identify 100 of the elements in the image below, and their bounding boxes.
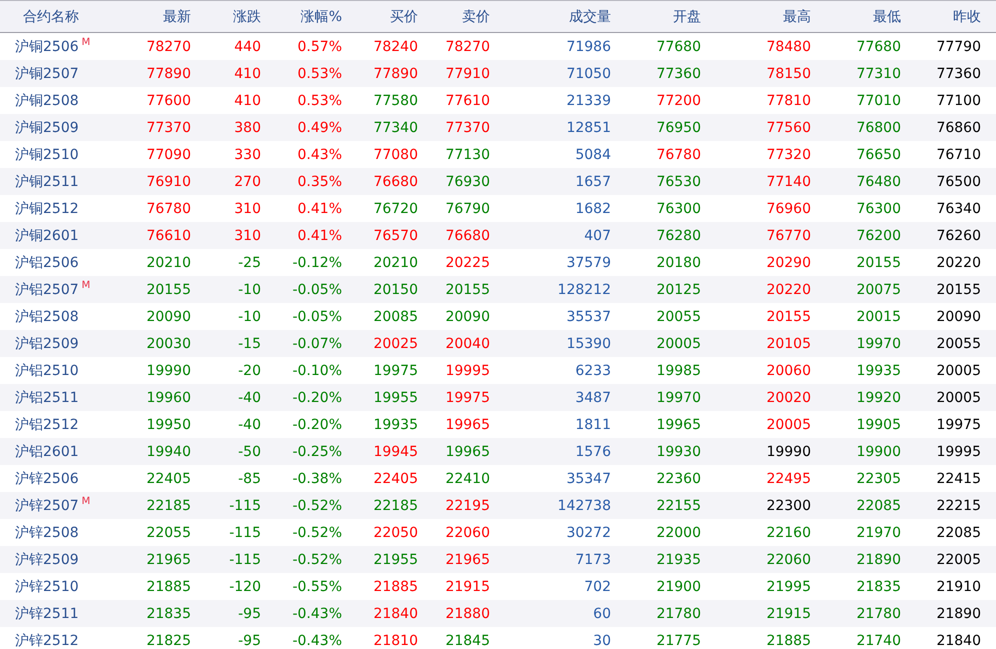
table-cell-text: 310	[233, 200, 261, 216]
contract-name: 沪铜2509	[15, 118, 79, 136]
table-cell-text: 30	[592, 632, 611, 648]
contract-name: 沪铜2506	[15, 38, 79, 56]
table-cell-text: 21780	[655, 606, 701, 622]
quote-row[interactable]: 沪铝2601 19940 -50 -0.25% 19945 19965 1576 19930 19990 19900 19995	[0, 438, 996, 465]
table-cell-text: 22495	[765, 470, 811, 486]
table-cell-text: 22155	[655, 498, 701, 514]
table-cell-text: 77310	[855, 66, 901, 82]
table-cell-text: 77200	[655, 92, 701, 108]
table-cell-text: -0.55%	[291, 578, 342, 594]
table-cell-text: 1811	[574, 416, 611, 432]
contract-name: 沪铜2512	[15, 200, 79, 218]
table-cell-text: 19970	[655, 390, 701, 406]
column-header[interactable]: 涨跌	[191, 8, 261, 26]
quote-row[interactable]: 沪铝2507 $^{M}$ 20155 -10 -0.05% 20150 20155 128212 20125 20220 20075 20155	[0, 276, 996, 303]
column-header[interactable]: 最低	[811, 8, 901, 26]
table-cell-text: 20075	[855, 282, 901, 298]
table-cell-text: 20085	[372, 308, 418, 324]
quote-row[interactable]: 沪铝2511 19960 -40 -0.20% 19955 19975 3487 19970 20020 19920 20005	[0, 384, 996, 411]
table-cell-text: 20005	[765, 416, 811, 432]
table-cell-text: 22305	[855, 470, 901, 486]
table-cell-text: 22405	[372, 470, 418, 486]
table-cell-text: -0.38%	[291, 470, 342, 486]
table-cell-text: 19975	[372, 362, 418, 378]
table-cell-text: 19970	[855, 336, 901, 352]
table-cell-text: 19930	[655, 444, 701, 460]
quote-row[interactable]: 沪铝2509 20030 -15 -0.07% 20025 20040 15390 20005 20105 19970 20055	[0, 330, 996, 357]
table-cell-text: 19940	[145, 444, 191, 460]
table-cell-text: 19920	[855, 390, 901, 406]
table-cell-text: 19955	[372, 390, 418, 406]
main-contract-label: M	[82, 496, 90, 506]
table-cell-text: 77370	[444, 120, 490, 136]
table-cell-text: -95	[237, 606, 261, 622]
table-cell-text: 21885	[765, 632, 811, 648]
table-cell-text: 19990	[145, 362, 191, 378]
column-header[interactable]: 合约名称	[0, 8, 110, 26]
table-cell-text: -0.25%	[291, 444, 342, 460]
contract-name: 沪铝2509	[15, 334, 79, 352]
table-cell-text: 22160	[765, 524, 811, 540]
table-cell-text: 19950	[145, 416, 191, 432]
table-cell-text: 20155	[145, 282, 191, 298]
table-cell-text: 15390	[565, 336, 611, 352]
table-cell-text: 77610	[444, 92, 490, 108]
table-cell-text: 22185	[145, 498, 191, 514]
table-cell-text: 380	[233, 120, 261, 136]
column-header[interactable]: 开盘	[611, 8, 701, 26]
table-cell-text: 21835	[855, 578, 901, 594]
table-cell-text: 19990	[765, 444, 811, 460]
table-cell-text: 77140	[765, 174, 811, 190]
table-cell-text: -15	[237, 336, 261, 352]
table-cell-text: 21970	[855, 524, 901, 540]
table-cell-text: 76300	[655, 200, 701, 216]
table-cell-text: 76650	[855, 146, 901, 162]
table-cell-text: 19965	[444, 416, 490, 432]
column-header[interactable]: 成交量	[490, 8, 611, 26]
table-cell-text: -120	[228, 578, 261, 594]
quote-row[interactable]: 沪锌2507 $^{M}$ 22185 -115 -0.52% 22185 22195 142738 22155 22300 22085 22215	[0, 492, 996, 519]
table-cell-text: 20055	[655, 308, 701, 324]
table-cell-text: 22195	[444, 498, 490, 514]
column-header[interactable]: 昨收	[901, 8, 981, 26]
table-cell-text: 20020	[765, 390, 811, 406]
column-header[interactable]: 卖价	[418, 8, 490, 26]
table-cell-text: 0.53%	[296, 66, 342, 82]
table-cell-text: 77320	[765, 146, 811, 162]
quote-row[interactable]: 沪铜2509 77370 380 0.49% 77340 77370 12851 76950 77560 76800 76860	[0, 114, 996, 141]
table-cell-text: 21965	[145, 552, 191, 568]
quote-row[interactable]: 沪锌2509 21965 -115 -0.52% 21955 21965 7173 21935 22060 21890 22005	[0, 546, 996, 573]
contract-name: 沪铜2511	[15, 172, 79, 190]
table-cell-text: 22185	[372, 498, 418, 514]
table-cell-text: 22300	[765, 498, 811, 514]
column-header[interactable]: 最新	[110, 8, 191, 26]
table-cell-text: 19945	[372, 444, 418, 460]
table-cell-text: 77080	[372, 146, 418, 162]
table-cell-text: 0.41%	[296, 200, 342, 216]
table-cell-text: 1576	[574, 444, 611, 460]
table-cell-text: 76710	[935, 146, 981, 162]
table-cell-text: 77090	[145, 146, 191, 162]
quote-row[interactable]: 沪锌2511 21835 -95 -0.43% 21840 21880 60 21780 21915 21780 21890	[0, 600, 996, 627]
table-cell-text: 35347	[565, 470, 611, 486]
table-cell-text: 22060	[765, 552, 811, 568]
table-cell-text: 78270	[444, 38, 490, 54]
table-cell-text: -115	[228, 524, 261, 540]
column-header[interactable]: 涨幅%	[261, 8, 342, 26]
table-cell-text: 77890	[372, 66, 418, 82]
table-cell-text: 407	[583, 228, 611, 244]
quote-row[interactable]: 沪铜2511 76910 270 0.35% 76680 76930 1657 76530 77140 76480 76500	[0, 168, 996, 195]
table-cell-text: 21900	[655, 578, 701, 594]
column-header[interactable]: 买价	[342, 8, 418, 26]
table-cell-text: 21825	[145, 632, 191, 648]
table-cell-text: 0.41%	[296, 228, 342, 244]
quote-row[interactable]: 沪铜2507 77890 410 0.53% 77890 77910 71050 77360 78150 77310 77360	[0, 60, 996, 87]
table-cell-text: -0.52%	[291, 498, 342, 514]
table-cell-text: 20005	[935, 390, 981, 406]
quote-row[interactable]: 沪铜2601 76610 310 0.41% 76570 76680 407 76280 76770 76200 76260	[0, 222, 996, 249]
table-cell-text: 77100	[935, 92, 981, 108]
table-cell-text: 21995	[765, 578, 811, 594]
column-header[interactable]: 最高	[701, 8, 811, 26]
main-contract-label: M	[82, 280, 90, 290]
table-cell-text: 0.35%	[296, 174, 342, 190]
